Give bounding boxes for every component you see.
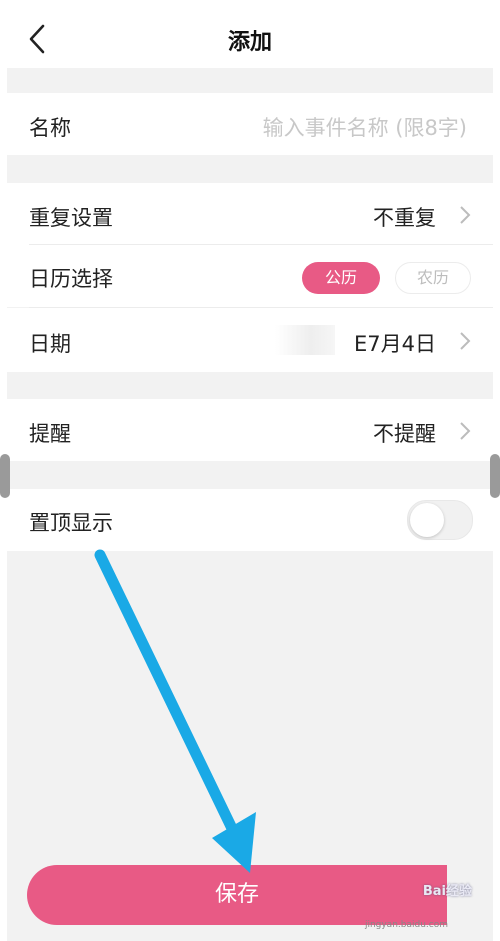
side-edge-left [0,454,10,498]
repeat-label: 重复设置 [29,206,113,230]
name-input[interactable]: 输入事件名称 (限8字) [263,112,467,142]
date-year-redaction [275,325,335,355]
toggle-knob [410,503,444,537]
repeat-row[interactable]: 重复设置 不重复 [7,183,493,245]
date-value: E7月4日 [354,332,436,356]
name-row[interactable]: 名称 输入事件名称 (限8字) [7,93,493,155]
page-title: 添加 [227,30,272,55]
watermark-url: jingyan.baidu.com [364,920,448,930]
lunar-calendar-option[interactable]: 农历 [395,262,471,294]
calendar-label: 日历选择 [29,267,113,291]
pin-label: 置顶显示 [29,511,113,535]
reminder-value: 不提醒 [373,422,436,446]
watermark-logo: Bai经验 [422,884,472,899]
chevron-right-icon [460,206,471,224]
reminder-label: 提醒 [29,422,71,446]
repeat-value: 不重复 [373,206,436,230]
screen: 添加 名称 输入事件名称 (限8字) 重复设置 不重复 日历选择 公历 农历 日… [7,0,493,941]
navbar: 添加 [7,0,493,68]
reminder-row[interactable]: 提醒 不提醒 [7,399,493,461]
name-label: 名称 [29,116,71,140]
date-row[interactable]: 日期 E7月4日 [7,308,493,372]
save-button[interactable]: 保存 [27,865,447,925]
date-label: 日期 [29,332,71,356]
solar-calendar-option[interactable]: 公历 [302,262,380,294]
chevron-right-icon [460,422,471,440]
pin-toggle[interactable] [407,500,473,540]
chevron-right-icon [460,332,471,350]
side-edge-right [490,454,500,498]
